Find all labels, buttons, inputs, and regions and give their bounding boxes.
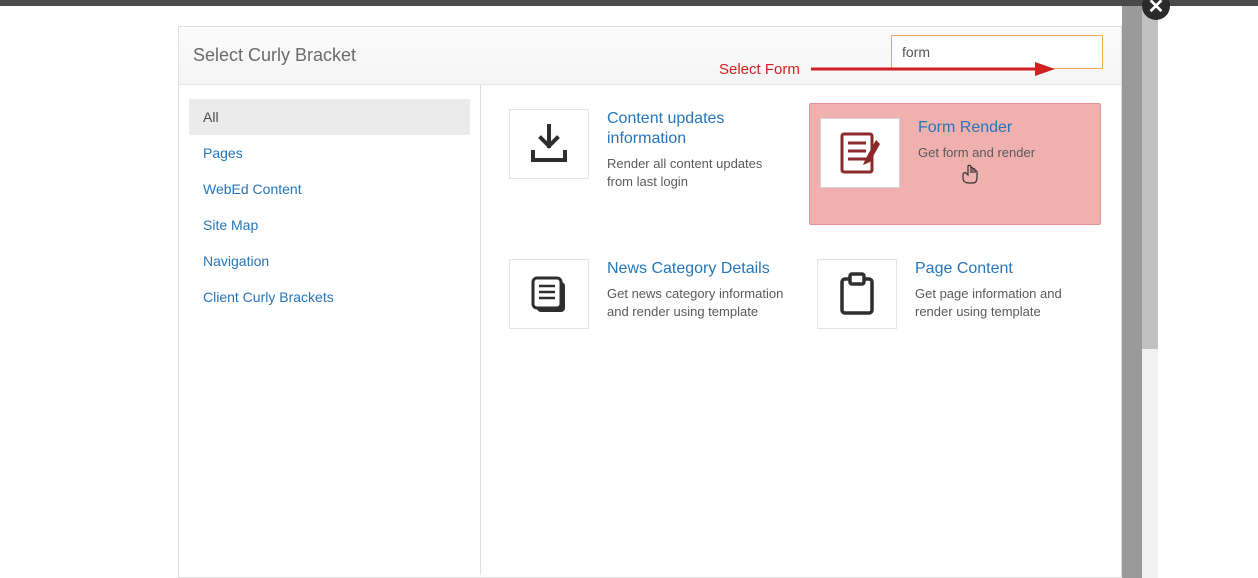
scrollbar-thumb[interactable] bbox=[1142, 6, 1158, 349]
sidebar-item-all[interactable]: All bbox=[189, 99, 470, 135]
close-icon: ✕ bbox=[1148, 0, 1165, 19]
card-desc: Get form and render bbox=[918, 144, 1090, 162]
card-content-updates[interactable]: Content updates information Render all c… bbox=[501, 103, 793, 225]
card-news-category[interactable]: News Category Details Get news category … bbox=[501, 253, 793, 335]
card-text: Page Content Get page information and re… bbox=[915, 259, 1093, 321]
modal-header: Select Curly Bracket Select Form bbox=[179, 27, 1121, 85]
card-icon-box bbox=[509, 259, 589, 329]
form-pencil-icon bbox=[836, 130, 884, 176]
sidebar-item-label: Navigation bbox=[203, 253, 269, 269]
sidebar-item-label: All bbox=[203, 109, 219, 125]
sidebar-item-navigation[interactable]: Navigation bbox=[189, 243, 470, 279]
sidebar-item-webed-content[interactable]: WebEd Content bbox=[189, 171, 470, 207]
card-desc: Get news category information and render… bbox=[607, 285, 785, 321]
sidebar-item-label: Site Map bbox=[203, 217, 258, 233]
right-space bbox=[1158, 6, 1258, 578]
sidebar-item-label: Pages bbox=[203, 145, 243, 161]
modal-body: All Pages WebEd Content Site Map Navigat… bbox=[179, 85, 1121, 575]
scrollbar-track[interactable] bbox=[1142, 6, 1158, 578]
download-icon bbox=[527, 124, 571, 164]
sidebar-item-site-map[interactable]: Site Map bbox=[189, 207, 470, 243]
sidebar-item-client-curly-brackets[interactable]: Client Curly Brackets bbox=[189, 279, 470, 315]
right-gutter bbox=[1122, 6, 1142, 578]
card-form-render[interactable]: Form Render Get form and render bbox=[809, 103, 1101, 225]
document-stack-icon bbox=[525, 272, 573, 316]
modal-dialog: Select Curly Bracket Select Form All Pag… bbox=[178, 26, 1122, 578]
card-page-content[interactable]: Page Content Get page information and re… bbox=[809, 253, 1101, 335]
sidebar-item-label: Client Curly Brackets bbox=[203, 289, 334, 305]
sidebar-item-label: WebEd Content bbox=[203, 181, 302, 197]
card-icon-box bbox=[817, 259, 897, 329]
card-text: Content updates information Render all c… bbox=[607, 109, 785, 191]
card-text: News Category Details Get news category … bbox=[607, 259, 785, 321]
card-desc: Get page information and render using te… bbox=[915, 285, 1093, 321]
card-icon-box bbox=[509, 109, 589, 179]
card-icon-box bbox=[820, 118, 900, 188]
sidebar-item-pages[interactable]: Pages bbox=[189, 135, 470, 171]
sidebar: All Pages WebEd Content Site Map Navigat… bbox=[179, 85, 481, 575]
card-title: News Category Details bbox=[607, 259, 785, 279]
cursor-pointer-icon bbox=[962, 164, 978, 189]
annotation-label: Select Form bbox=[719, 61, 800, 78]
modal-title: Select Curly Bracket bbox=[193, 45, 356, 66]
card-title: Page Content bbox=[915, 259, 1093, 279]
card-title: Content updates information bbox=[607, 109, 785, 149]
card-desc: Render all content updates from last log… bbox=[607, 155, 785, 191]
card-title: Form Render bbox=[918, 118, 1090, 138]
card-text: Form Render Get form and render bbox=[918, 118, 1090, 162]
content-grid: Content updates information Render all c… bbox=[481, 85, 1121, 575]
clipboard-icon bbox=[836, 271, 878, 317]
annotation-arrow-icon bbox=[811, 61, 1055, 77]
